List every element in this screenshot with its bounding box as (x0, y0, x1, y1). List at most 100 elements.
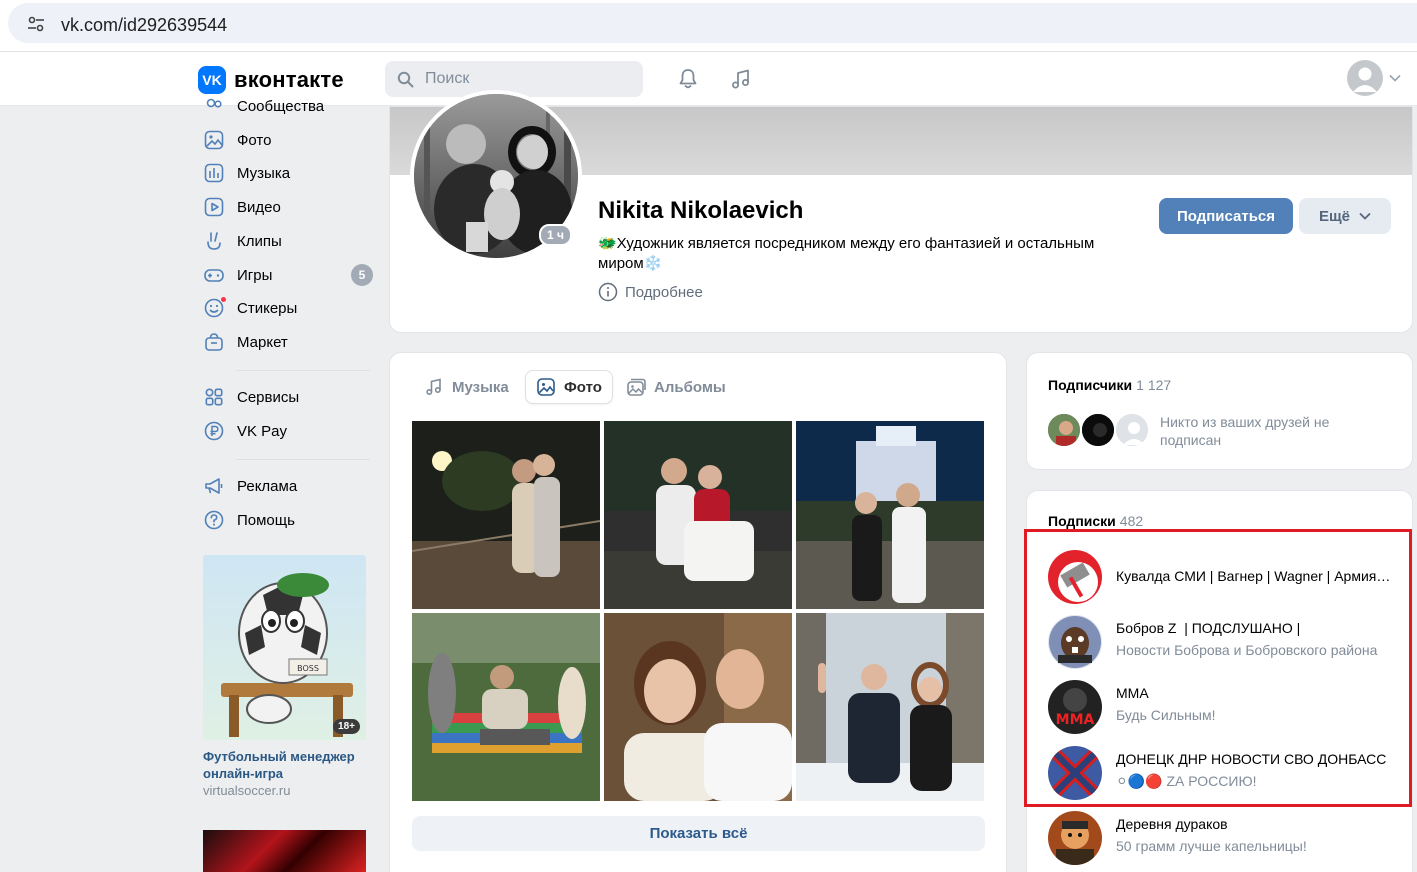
photo-icon (537, 378, 555, 396)
site-settings-icon[interactable] (26, 14, 46, 34)
music-note-icon (426, 378, 441, 396)
more-actions-button[interactable]: Ещё (1299, 198, 1391, 234)
subscription-item[interactable]: Деревня дураков 50 грамм лучше капельниц… (1048, 811, 1398, 867)
chevron-down-icon (1359, 212, 1371, 220)
nav-help[interactable]: Помощь (198, 505, 378, 535)
user-silhouette-icon (1353, 67, 1377, 92)
nav-video[interactable]: Видео (198, 192, 378, 222)
photo-image (796, 613, 984, 801)
ad-image-second[interactable] (203, 830, 366, 872)
communities-icon (206, 98, 222, 108)
photo-image (412, 613, 600, 801)
nav-label: Помощь (237, 511, 295, 529)
followers-card: Подписчики 1 127 (1026, 352, 1413, 470)
vk-logo-mark: VK (198, 66, 226, 94)
last-seen-badge: 1 ч (539, 224, 572, 246)
group-name: Деревня дураков (1116, 816, 1228, 832)
nav-label: VK Pay (237, 422, 288, 440)
nav-label: Стикеры (237, 299, 298, 317)
albums-icon (627, 378, 646, 396)
notifications-bell-icon[interactable] (676, 67, 700, 91)
nav-photos[interactable]: Фото (198, 125, 378, 155)
info-icon (598, 282, 618, 302)
subscriptions-header[interactable]: Подписки 482 (1048, 513, 1143, 529)
follower-avatar[interactable] (1114, 412, 1150, 448)
more-actions-label: Ещё (1318, 207, 1350, 225)
user-avatar[interactable] (1347, 60, 1383, 96)
nav-label: Сообщества (237, 97, 325, 115)
photo-thumbnail[interactable] (796, 613, 984, 801)
followers-title: Подписчики (1048, 377, 1133, 393)
tab-music[interactable]: Музыка (414, 370, 519, 404)
followers-header[interactable]: Подписчики 1 127 (1048, 377, 1171, 393)
ad-domain[interactable]: virtualsoccer.ru (203, 783, 290, 798)
photo-image (796, 421, 984, 609)
nav-label: Игры (237, 266, 273, 284)
group-description: 50 грамм лучше капельницы! (1116, 838, 1307, 854)
gamepad-icon (204, 269, 224, 282)
vk-logo[interactable]: VK вконтакте (198, 66, 344, 94)
nav-music[interactable]: Музыка (198, 158, 378, 188)
clips-icon (207, 232, 221, 250)
tab-albums[interactable]: Альбомы (616, 370, 736, 404)
more-info-label: Подробнее (625, 283, 703, 301)
group-avatar (1048, 811, 1102, 865)
follower-avatar[interactable] (1046, 412, 1082, 448)
nav-ads[interactable]: Реклама (198, 471, 378, 501)
show-all-photos-button[interactable]: Показать всё (412, 816, 985, 851)
tab-label: Альбомы (654, 378, 726, 396)
nav-divider (236, 459, 370, 460)
music-note-icon[interactable] (729, 67, 753, 91)
photo-thumbnail[interactable] (412, 613, 600, 801)
photo-thumbnail[interactable] (604, 421, 792, 609)
market-bag-icon (205, 333, 223, 351)
subscriptions-title: Подписки (1048, 513, 1116, 529)
tab-label: Фото (564, 378, 602, 396)
football-mascot-illustration: BOSS (221, 573, 353, 737)
games-counter-badge: 5 (351, 264, 373, 286)
photo-thumbnail[interactable] (412, 421, 600, 609)
ad-sign: BOSS (297, 664, 319, 673)
nav-market[interactable]: Маркет (198, 327, 378, 357)
search-placeholder: Поиск (425, 70, 470, 87)
chevron-down-icon[interactable] (1389, 74, 1401, 82)
nav-stickers[interactable]: Стикеры (198, 293, 378, 323)
village-logo (1048, 811, 1102, 865)
nav-label: Реклама (237, 477, 298, 495)
nav-divider (236, 370, 370, 371)
music-icon (204, 163, 224, 183)
followers-count: 1 127 (1136, 377, 1172, 393)
tab-photos[interactable]: Фото (525, 370, 613, 404)
vk-logo-text: вконтакте (234, 67, 344, 92)
photo-thumbnail[interactable] (796, 421, 984, 609)
nav-label: Сервисы (237, 388, 300, 406)
nav-clips[interactable]: Клипы (198, 226, 378, 256)
nav-vkpay[interactable]: VK Pay (198, 416, 378, 446)
help-question-icon (204, 510, 224, 530)
nav-services[interactable]: Сервисы (198, 382, 378, 412)
more-info-link[interactable]: Подробнее (598, 282, 703, 302)
subscribe-button[interactable]: Подписаться (1159, 198, 1293, 234)
photo-icon (204, 130, 224, 150)
ad-title-link[interactable]: Футбольный менеджер онлайн-игра (203, 748, 373, 782)
subscriptions-count: 482 (1119, 513, 1144, 529)
nav-label: Видео (237, 198, 281, 216)
ad-image[interactable]: BOSS 18+ (203, 555, 366, 740)
megaphone-icon (205, 478, 223, 494)
browser-address-bar: vk.com/id292639544 (0, 0, 1417, 52)
stickers-new-dot (220, 296, 227, 303)
photo-image (604, 613, 792, 801)
followers-note: Никто из ваших друзей не подписан (1160, 414, 1330, 448)
url-field[interactable]: vk.com/id292639544 (8, 3, 1417, 43)
nav-communities[interactable]: Сообщества (198, 91, 378, 121)
follower-avatar[interactable] (1080, 412, 1116, 448)
photo-image (412, 421, 600, 609)
services-grid-icon (205, 388, 223, 406)
profile-status: 🐲Художник является посредником между его… (598, 235, 1095, 272)
nav-games[interactable]: Игры 5 (198, 260, 378, 290)
photo-thumbnail[interactable] (604, 613, 792, 801)
nav-label: Маркет (237, 333, 288, 351)
nav-label: Фото (237, 131, 272, 149)
url-text[interactable]: vk.com/id292639544 (61, 15, 227, 36)
photo-image (604, 421, 792, 609)
